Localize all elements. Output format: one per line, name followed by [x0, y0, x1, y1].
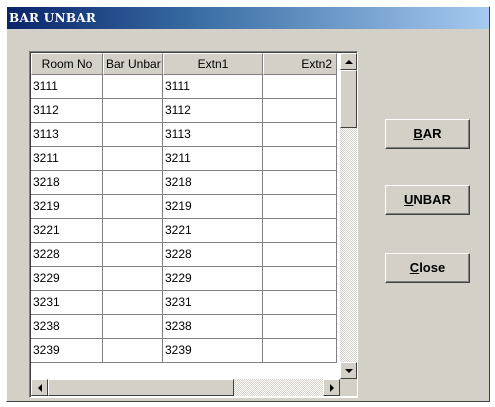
- cell-extn2[interactable]: [263, 339, 337, 363]
- table-row[interactable]: 3229 3229: [31, 267, 337, 291]
- room-grid[interactable]: Room No Bar Unbar Extn1 Extn2 3111 3111 31…: [29, 51, 358, 398]
- cell-bar-unbar[interactable]: [103, 291, 163, 315]
- bar-button-label: AR: [422, 126, 442, 141]
- scroll-right-arrow-icon: [329, 383, 334, 392]
- cell-extn2[interactable]: [263, 195, 337, 219]
- cell-bar-unbar[interactable]: [103, 75, 163, 99]
- cell-room-no[interactable]: 3238: [31, 315, 103, 339]
- cell-bar-unbar[interactable]: [103, 195, 163, 219]
- bar-button[interactable]: BAR: [385, 119, 470, 149]
- scroll-down-button[interactable]: [340, 362, 357, 379]
- table-row[interactable]: 3211 3211: [31, 147, 337, 171]
- cell-extn1[interactable]: 3111: [163, 75, 263, 99]
- cell-room-no[interactable]: 3228: [31, 243, 103, 267]
- bar-unbar-window: BAR UNBAR Room No Bar Unbar Extn1 Extn2 …: [6, 6, 490, 402]
- cell-bar-unbar[interactable]: [103, 315, 163, 339]
- grid-body: 3111 3111 3112 3112 3113 3113 3211 3211 3218 3218…: [31, 75, 337, 363]
- cell-extn2[interactable]: [263, 243, 337, 267]
- cell-extn2[interactable]: [263, 219, 337, 243]
- cell-room-no[interactable]: 3211: [31, 147, 103, 171]
- column-header-extn1[interactable]: Extn1: [163, 53, 263, 75]
- scroll-up-arrow-icon: [344, 59, 353, 64]
- window-title: BAR UNBAR: [7, 7, 489, 29]
- table-row[interactable]: 3218 3218: [31, 171, 337, 195]
- cell-room-no[interactable]: 3231: [31, 291, 103, 315]
- cell-extn1[interactable]: 3228: [163, 243, 263, 267]
- column-header-bar-unbar[interactable]: Bar Unbar: [103, 53, 163, 75]
- cell-extn2[interactable]: [263, 315, 337, 339]
- cell-extn1[interactable]: 3231: [163, 291, 263, 315]
- table-row[interactable]: 3113 3113: [31, 123, 337, 147]
- bar-button-mnemonic: B: [413, 126, 423, 141]
- cell-extn1[interactable]: 3211: [163, 147, 263, 171]
- cell-room-no[interactable]: 3113: [31, 123, 103, 147]
- cell-extn2[interactable]: [263, 147, 337, 171]
- unbar-button-mnemonic: U: [404, 192, 414, 207]
- table-row[interactable]: 3219 3219: [31, 195, 337, 219]
- cell-room-no[interactable]: 3239: [31, 339, 103, 363]
- room-grid-viewport: Room No Bar Unbar Extn1 Extn2 3111 3111 31…: [30, 52, 357, 397]
- horizontal-scrollbar[interactable]: [31, 379, 340, 396]
- table-row[interactable]: 3221 3221: [31, 219, 337, 243]
- vertical-scrollbar[interactable]: [340, 53, 357, 379]
- table-row[interactable]: 3238 3238: [31, 315, 337, 339]
- cell-extn2[interactable]: [263, 267, 337, 291]
- table-row[interactable]: 3228 3228: [31, 243, 337, 267]
- table-row[interactable]: 3111 3111: [31, 75, 337, 99]
- cell-extn2[interactable]: [263, 123, 337, 147]
- cell-room-no[interactable]: 3111: [31, 75, 103, 99]
- cell-extn1[interactable]: 3238: [163, 315, 263, 339]
- close-button[interactable]: Close: [385, 253, 470, 283]
- scrollbar-corner: [340, 379, 357, 396]
- cell-room-no[interactable]: 3219: [31, 195, 103, 219]
- grid-header: Room No Bar Unbar Extn1 Extn2: [31, 53, 337, 75]
- cell-room-no[interactable]: 3221: [31, 219, 103, 243]
- cell-room-no[interactable]: 3218: [31, 171, 103, 195]
- cell-extn1[interactable]: 3112: [163, 99, 263, 123]
- cell-bar-unbar[interactable]: [103, 147, 163, 171]
- scroll-up-button[interactable]: [340, 53, 357, 70]
- cell-bar-unbar[interactable]: [103, 339, 163, 363]
- scroll-down-arrow-icon: [344, 368, 353, 373]
- scroll-left-arrow-icon: [37, 383, 42, 392]
- cell-extn1[interactable]: 3219: [163, 195, 263, 219]
- cell-extn1[interactable]: 3113: [163, 123, 263, 147]
- cell-bar-unbar[interactable]: [103, 99, 163, 123]
- horizontal-scroll-thumb[interactable]: [48, 379, 234, 396]
- cell-room-no[interactable]: 3112: [31, 99, 103, 123]
- scroll-right-button[interactable]: [323, 379, 340, 396]
- cell-extn2[interactable]: [263, 99, 337, 123]
- cell-bar-unbar[interactable]: [103, 243, 163, 267]
- table-row[interactable]: 3239 3239: [31, 339, 337, 363]
- cell-bar-unbar[interactable]: [103, 171, 163, 195]
- cell-extn1[interactable]: 3239: [163, 339, 263, 363]
- unbar-button-label: NBAR: [413, 192, 451, 207]
- cell-extn2[interactable]: [263, 75, 337, 99]
- cell-extn1[interactable]: 3229: [163, 267, 263, 291]
- cell-extn2[interactable]: [263, 171, 337, 195]
- cell-bar-unbar[interactable]: [103, 123, 163, 147]
- table-row[interactable]: 3112 3112: [31, 99, 337, 123]
- cell-extn1[interactable]: 3218: [163, 171, 263, 195]
- scroll-left-button[interactable]: [31, 379, 48, 396]
- close-button-label: lose: [419, 260, 446, 275]
- unbar-button[interactable]: UNBAR: [385, 185, 470, 215]
- cell-bar-unbar[interactable]: [103, 267, 163, 291]
- column-header-room-no[interactable]: Room No: [31, 53, 103, 75]
- cell-extn2[interactable]: [263, 291, 337, 315]
- cell-extn1[interactable]: 3221: [163, 219, 263, 243]
- cell-bar-unbar[interactable]: [103, 219, 163, 243]
- vertical-scroll-thumb[interactable]: [340, 70, 357, 128]
- table-row[interactable]: 3231 3231: [31, 291, 337, 315]
- cell-room-no[interactable]: 3229: [31, 267, 103, 291]
- close-button-mnemonic: C: [409, 260, 420, 275]
- column-header-extn2[interactable]: Extn2: [263, 53, 337, 75]
